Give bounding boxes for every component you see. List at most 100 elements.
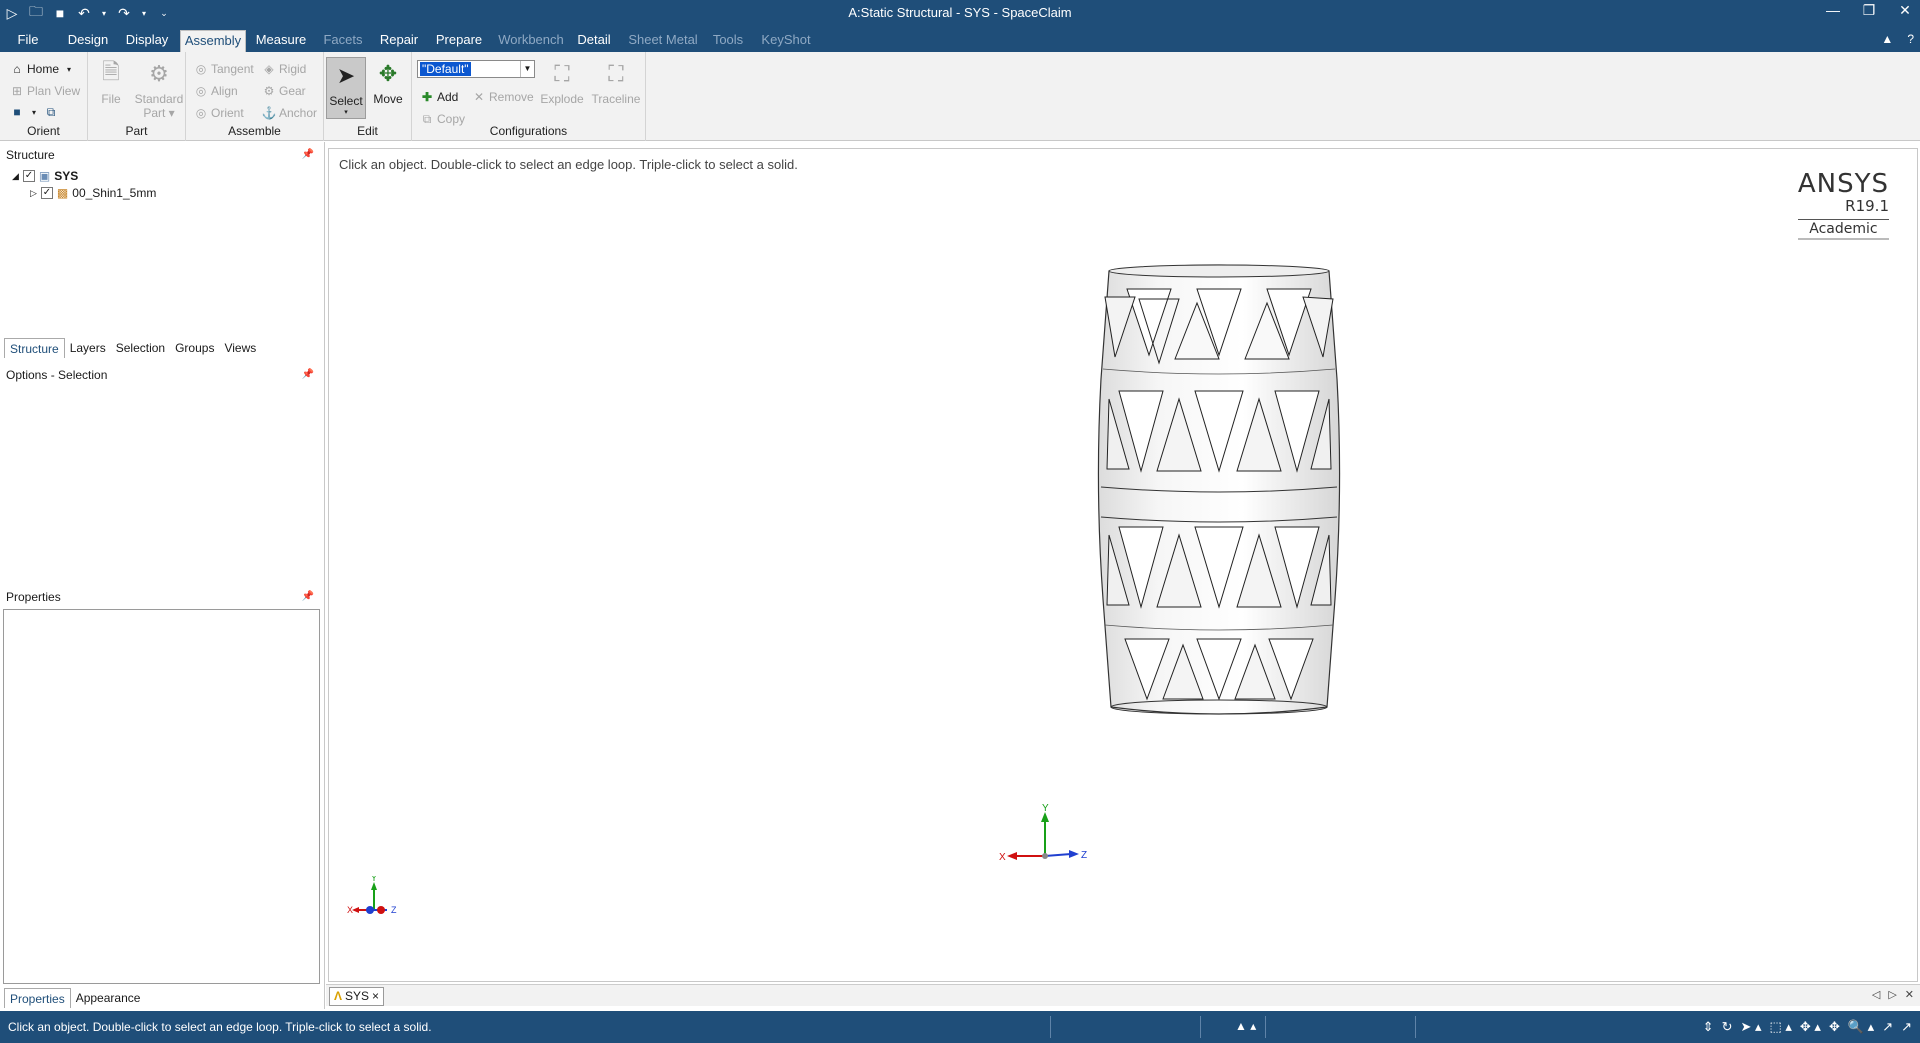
remove-configuration-button[interactable]: ✕ Remove	[472, 88, 534, 106]
tab-views[interactable]: Views	[219, 338, 261, 358]
pin-icon[interactable]: 📌	[302, 146, 314, 164]
tab-workbench[interactable]: Workbench	[496, 30, 566, 52]
configuration-select[interactable]: "Default" ▼	[417, 60, 535, 78]
warnings-icon[interactable]: ▲ ▴	[1235, 1019, 1256, 1033]
tab-groups[interactable]: Groups	[170, 338, 219, 358]
tab-selection[interactable]: Selection	[111, 338, 170, 358]
document-tab-sys[interactable]: Λ SYS ×	[329, 987, 385, 1006]
window-controls: — ❐ ✕	[1824, 2, 1914, 19]
move-icon: ✥	[378, 61, 398, 86]
standard-part-icon: ⚙	[149, 61, 169, 86]
select-cursor-icon: ➤	[336, 63, 356, 88]
graphics-viewport[interactable]: Click an object. Double-click to select …	[328, 148, 1918, 982]
scroll-right-icon[interactable]: ▷	[1888, 988, 1896, 1001]
close-icon[interactable]: ✕	[1896, 2, 1914, 19]
status-separator	[1265, 1016, 1266, 1038]
close-icon[interactable]: ×	[372, 988, 379, 1005]
spin-icon[interactable]: ⇕	[1703, 1019, 1714, 1035]
tab-measure[interactable]: Measure	[252, 30, 310, 52]
pin-icon[interactable]: 📌	[302, 366, 314, 384]
gear-button[interactable]: ⚙ Gear	[262, 82, 306, 100]
explode-button[interactable]: ⛶ Explode	[540, 56, 584, 122]
ribbon: ⌂ Home ▾ ⊞ Plan View ■ ▾ ⧉ Orient 🗎 File…	[0, 52, 1920, 141]
snap-view-icon[interactable]: ⧉	[44, 105, 58, 119]
visibility-checkbox[interactable]: ✓	[22, 170, 35, 182]
tab-appearance[interactable]: Appearance	[71, 988, 146, 1008]
tab-sheet-metal[interactable]: Sheet Metal	[626, 30, 700, 52]
tab-repair[interactable]: Repair	[374, 30, 424, 52]
scale-icon[interactable]: ↗	[1901, 1019, 1912, 1035]
visibility-checkbox[interactable]: ✓	[40, 187, 53, 199]
doc-tab-nav: ◁ ▷ ✕	[1872, 988, 1914, 1001]
select-tool-button[interactable]: ➤ Select ▾	[326, 57, 366, 119]
edit-group-label: Edit	[357, 124, 378, 138]
box-select-icon[interactable]: ⬚ ▴	[1770, 1019, 1792, 1035]
chevron-down-icon: ▼	[520, 61, 534, 77]
rigid-icon: ◈	[264, 62, 274, 76]
tab-file[interactable]: File	[8, 30, 48, 52]
tab-tools[interactable]: Tools	[708, 30, 748, 52]
chevron-down-icon: ▾	[344, 109, 348, 116]
axis-z-label: Z	[391, 905, 397, 915]
tree-node-sys[interactable]: ◢ ✓ ▣ SYS	[12, 168, 78, 184]
tab-layers[interactable]: Layers	[65, 338, 111, 358]
tab-facets[interactable]: Facets	[318, 30, 368, 52]
plan-view-button[interactable]: ⊞ Plan View	[10, 82, 80, 100]
scroll-left-icon[interactable]: ◁	[1872, 988, 1880, 1001]
properties-grid	[3, 609, 320, 984]
configurations-group: "Default" ▼ ✚ Add ✕ Remove ⧉ Copy ⛶ Expl…	[412, 52, 646, 141]
options-panel-header: Options - Selection 📌	[0, 366, 322, 384]
tab-design[interactable]: Design	[62, 30, 114, 52]
move-label: Move	[373, 92, 403, 106]
tab-prepare[interactable]: Prepare	[432, 30, 486, 52]
orient-group-label: Orient	[27, 124, 60, 138]
fly-icon[interactable]: ↗	[1882, 1019, 1893, 1035]
rigid-button[interactable]: ◈ Rigid	[262, 60, 306, 78]
align-button[interactable]: ◎ Align	[194, 82, 238, 100]
pin-icon[interactable]: 📌	[302, 588, 314, 606]
tab-display[interactable]: Display	[120, 30, 174, 52]
add-configuration-button[interactable]: ✚ Add	[420, 88, 458, 106]
help-icon[interactable]: ?	[1907, 32, 1914, 46]
status-tool-icons: ⇕ ↻ ➤ ▴ ⬚ ▴ ✥ ▴ ✥ 🔍 ▴ ↗ ↗	[1703, 1019, 1912, 1035]
plan-view-label: Plan View	[27, 84, 81, 98]
traceline-button[interactable]: ⛶ Traceline	[590, 56, 642, 122]
restore-icon[interactable]: ❐	[1860, 2, 1878, 19]
orient-constraint-button[interactable]: ◎ Orient	[194, 104, 244, 122]
move-view-icon[interactable]: ✥	[1829, 1019, 1840, 1035]
tangent-button[interactable]: ◎ Tangent	[194, 60, 254, 78]
tab-detail[interactable]: Detail	[574, 30, 614, 52]
chevron-down-icon: ▾	[67, 64, 72, 74]
tab-properties[interactable]: Properties	[4, 988, 71, 1008]
tab-keyshot[interactable]: KeyShot	[760, 30, 812, 52]
home-button[interactable]: ⌂ Home ▾	[10, 60, 76, 78]
home-icon: ⌂	[13, 62, 21, 76]
close-icon[interactable]: ✕	[1905, 988, 1914, 1001]
rotate-icon[interactable]: ↻	[1722, 1019, 1733, 1035]
minimize-icon[interactable]: —	[1824, 2, 1842, 19]
assemble-group-label: Assemble	[228, 124, 281, 138]
configuration-selected-value: "Default"	[420, 62, 471, 76]
collapse-arrow-icon[interactable]: ◢	[12, 171, 19, 182]
file-part-button[interactable]: 🗎 File	[89, 56, 133, 122]
standard-part-button[interactable]: ⚙ Standard Part ▾	[134, 56, 184, 122]
tab-assembly[interactable]: Assembly	[180, 30, 246, 52]
anchor-label: Anchor	[279, 106, 318, 120]
zoom-icon[interactable]: 🔍 ▴	[1848, 1019, 1874, 1035]
anchor-button[interactable]: ⚓ Anchor	[262, 104, 318, 122]
viewport-hint: Click an object. Double-click to select …	[339, 157, 798, 172]
select-mode-icon[interactable]: ➤ ▴	[1740, 1019, 1761, 1035]
view-cube-icon: ■	[13, 105, 21, 119]
lattice-cylinder-model[interactable]	[1079, 259, 1359, 759]
remove-icon: ✕	[473, 90, 485, 104]
collapse-ribbon-icon[interactable]: ▲	[1881, 32, 1893, 46]
traceline-label: Traceline	[591, 92, 641, 106]
plan-view-icon: ⊞	[11, 84, 23, 98]
pan-icon[interactable]: ✥ ▴	[1800, 1019, 1821, 1035]
move-tool-button[interactable]: ✥ Move	[367, 56, 409, 122]
view-cube-button[interactable]: ■ ▾ ⧉	[10, 103, 58, 121]
expand-arrow-icon[interactable]: ▷	[30, 188, 37, 199]
tree-node-part[interactable]: ▷ ✓ ▩ 00_Shin1_5mm	[30, 185, 156, 201]
component-icon: ▩	[56, 186, 69, 200]
tab-structure[interactable]: Structure	[4, 338, 65, 358]
